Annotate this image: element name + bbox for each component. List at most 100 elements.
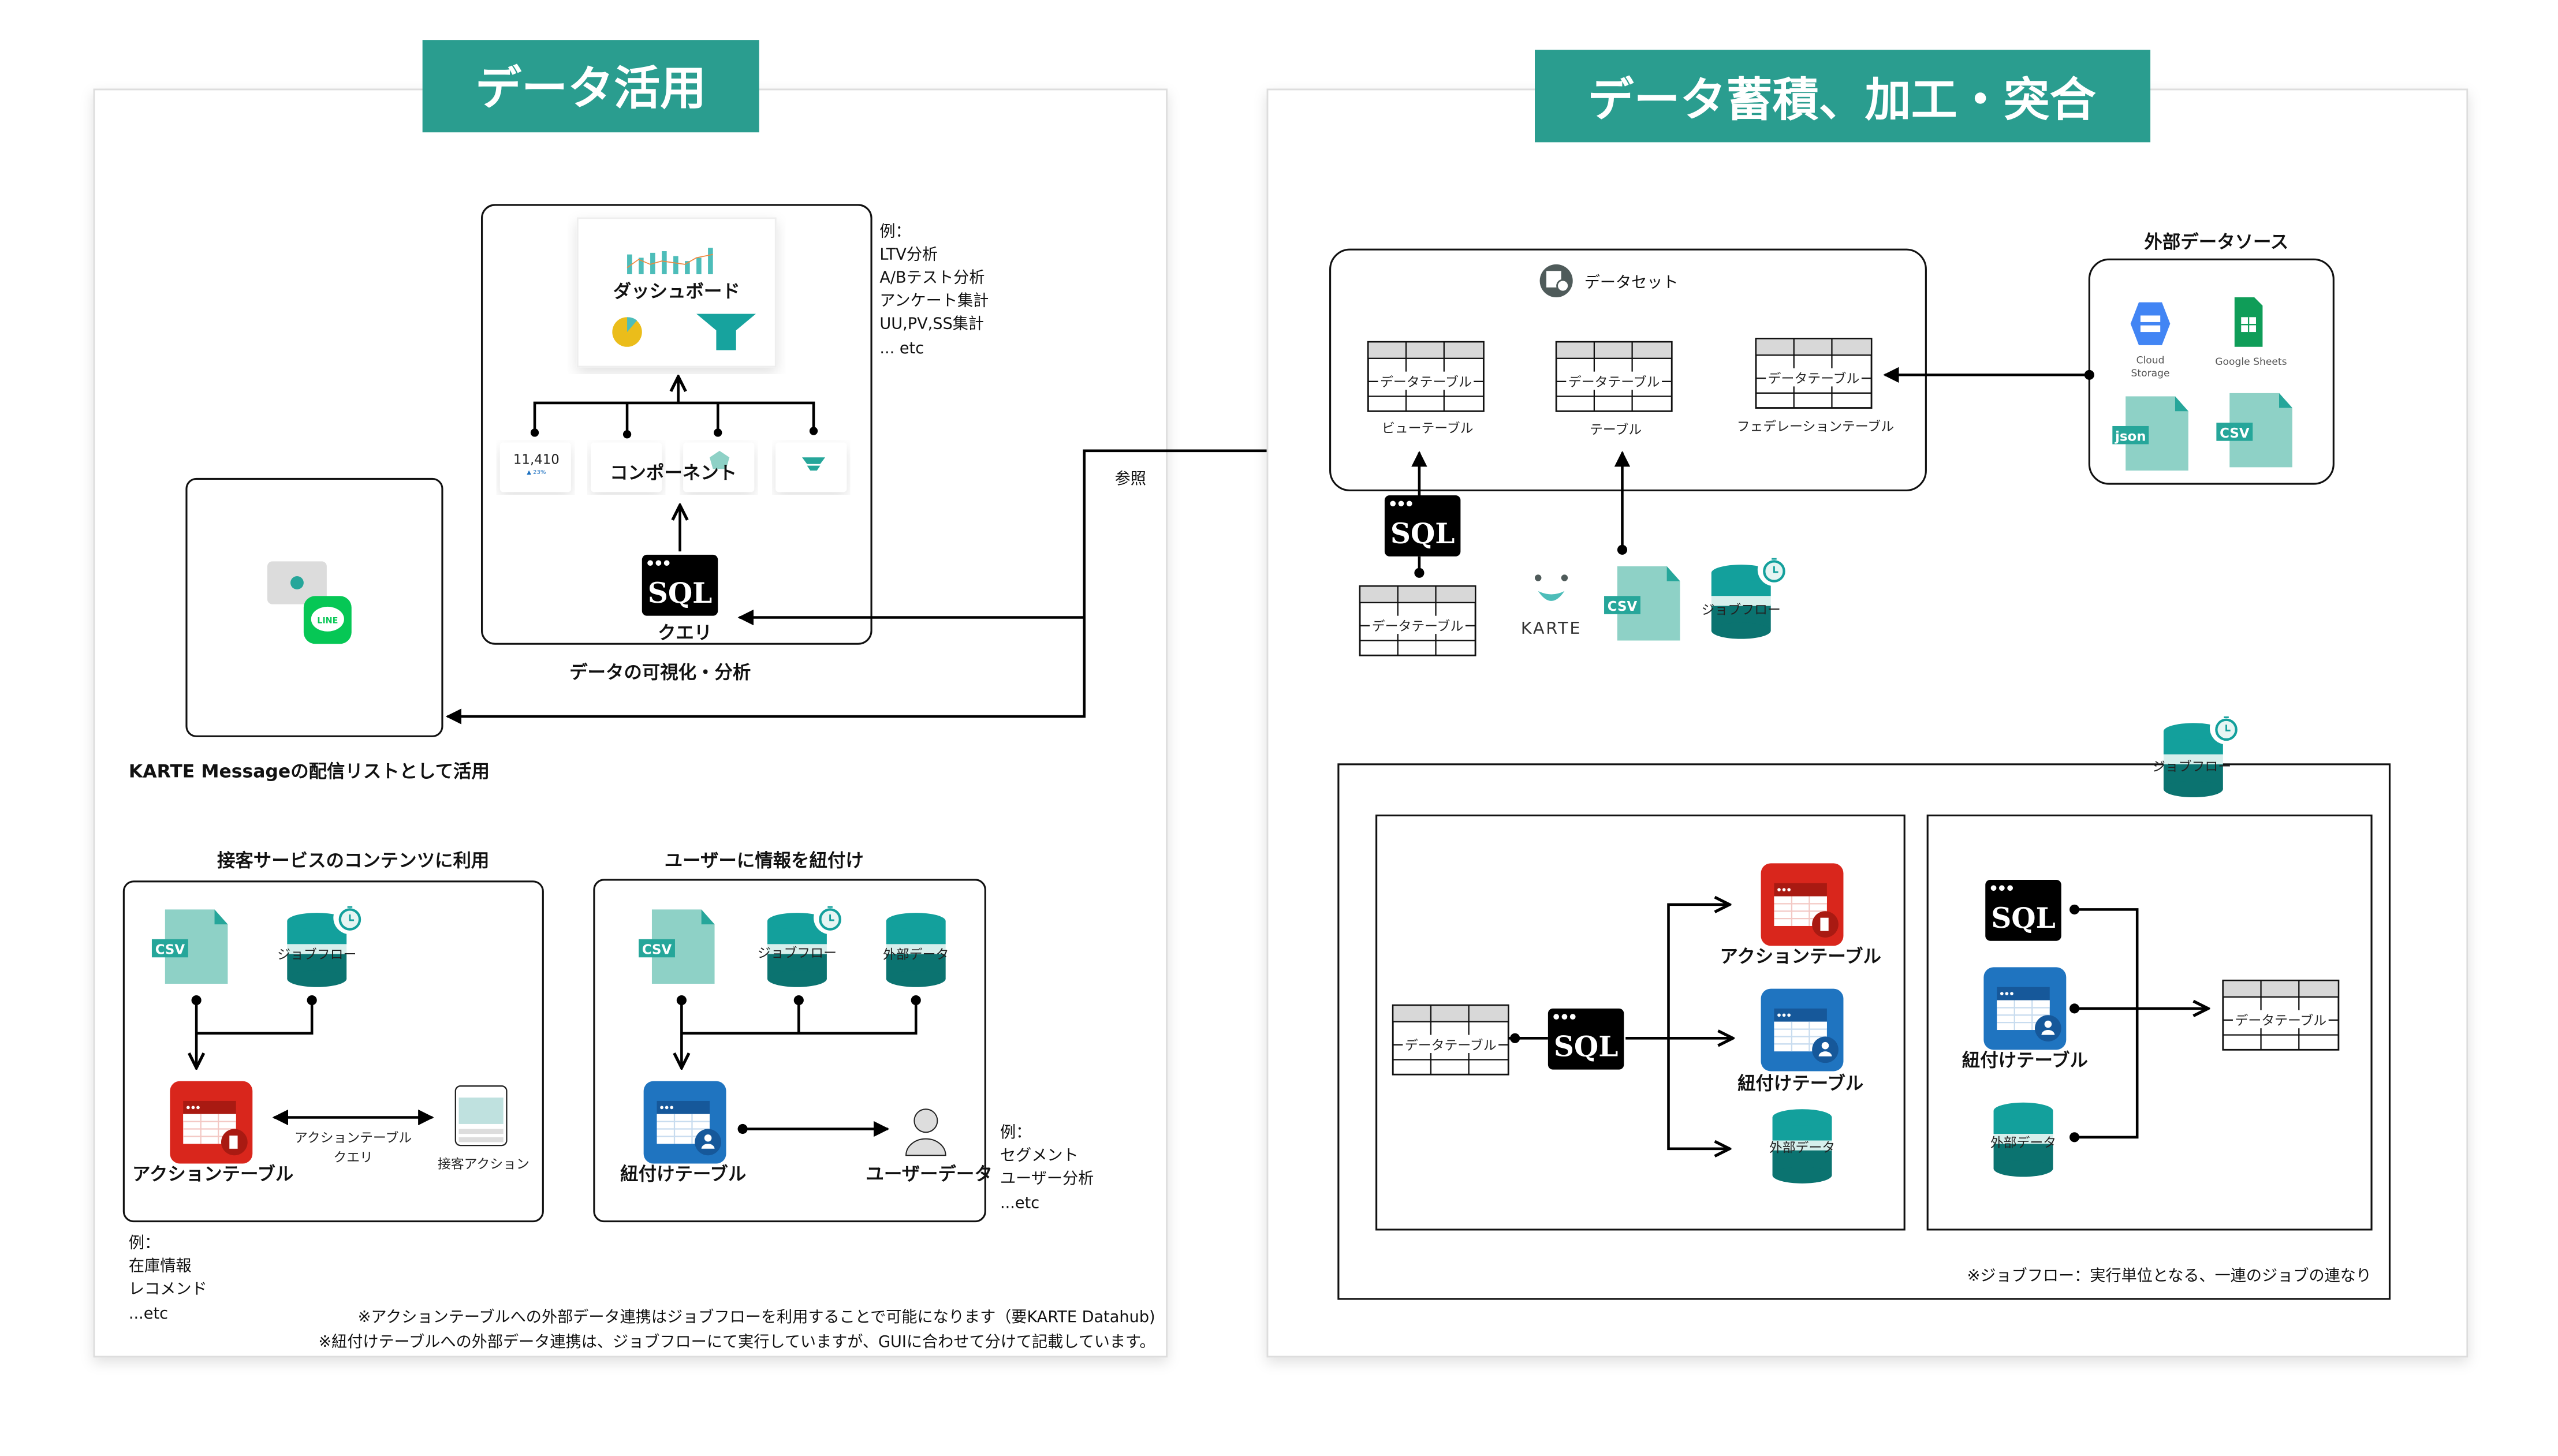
window-dot xyxy=(1553,1014,1560,1020)
action-table-label: アクションテーブル xyxy=(132,1163,293,1185)
svg-text:LTV分析: LTV分析 xyxy=(879,245,938,263)
svg-text:UU,PV,SS集計: UU,PV,SS集計 xyxy=(879,315,984,333)
sql-icon: SQL xyxy=(1384,495,1461,557)
db-top xyxy=(886,913,946,929)
db-base xyxy=(2163,781,2223,798)
pie-chart-thumbnail xyxy=(612,317,642,347)
service-title: 接客サービスのコンテンツに利用 xyxy=(217,850,489,871)
table-header xyxy=(1359,585,1476,603)
cloud-storage-icon xyxy=(2130,302,2171,345)
arrow-label-line2: クエリ xyxy=(333,1151,373,1166)
table-inner-label: データテーブル xyxy=(1405,1038,1497,1053)
footnote-2: ※紐付けテーブルへの外部データ連携は、ジョブフローにて実行していますが、GUIに… xyxy=(318,1333,1155,1351)
jobflow-panel-label: ジョブフロー xyxy=(2152,759,2231,774)
window-dot xyxy=(1777,1013,1781,1017)
diagram: データ活用 ダッシュボード 11,410 ▲ 23% コンポーネント SQL ク… xyxy=(93,40,2468,1358)
file-badge-text: CSV xyxy=(2220,426,2250,441)
file-badge-text: CSV xyxy=(155,943,185,958)
link-table-label: 紐付けテーブル xyxy=(620,1163,746,1185)
view-table-label: ビューテーブル xyxy=(1382,421,1474,436)
link-table-icon xyxy=(643,1081,726,1164)
badge xyxy=(2034,1015,2061,1042)
table-inner-label: データテーブル xyxy=(1768,372,1860,387)
svg-text:例：: 例： xyxy=(879,222,911,240)
window-dot xyxy=(665,1106,669,1110)
view-table-icon: データテーブル xyxy=(1367,341,1485,412)
db-base xyxy=(1711,622,1771,639)
window-dot xyxy=(1990,885,1997,891)
dataset-icon xyxy=(1539,264,1573,298)
sql-icon: SQL xyxy=(642,554,718,616)
copy-glyph xyxy=(1820,917,1829,931)
right-title: データ蓄積、加工・突合 xyxy=(1588,73,2096,127)
person-head xyxy=(2044,1020,2052,1028)
table-header xyxy=(1392,1005,1509,1022)
svg-text:例：: 例： xyxy=(1000,1123,1031,1141)
link-table-icon xyxy=(1761,988,1844,1072)
window-bar xyxy=(1774,1008,1827,1022)
window-dot xyxy=(191,1106,195,1110)
db-base xyxy=(767,970,827,987)
grid-header xyxy=(183,1114,236,1121)
window-bar xyxy=(183,1100,236,1114)
db-top xyxy=(1993,1102,2053,1119)
message-caption: KARTE Messageの配信リストとして活用 xyxy=(129,761,490,782)
source-table-icon: データテーブル xyxy=(1359,585,1476,656)
file-badge-text: CSV xyxy=(642,943,672,958)
sql-text: SQL xyxy=(1390,517,1455,550)
svg-text:11,410: 11,410 xyxy=(513,453,560,468)
left-title: データ活用 xyxy=(475,62,706,115)
action-table-icon xyxy=(1761,863,1844,946)
jf-external-data-label: 外部データ xyxy=(1769,1141,1835,1156)
table-label: テーブル xyxy=(1590,423,1642,438)
action-label: 接客アクション xyxy=(438,1157,530,1172)
svg-text:A/Bテスト分析: A/Bテスト分析 xyxy=(879,268,985,286)
db-base xyxy=(287,970,347,987)
table-inner-label: データテーブル xyxy=(1380,375,1472,390)
badge xyxy=(695,1129,721,1156)
sql-icon: SQL xyxy=(1985,879,2061,941)
window-dot xyxy=(2000,992,2004,996)
person-head xyxy=(1821,1041,1829,1050)
device-icon xyxy=(454,1085,508,1147)
grid-header xyxy=(1774,1021,1827,1029)
table-header xyxy=(2222,980,2340,998)
db-base xyxy=(886,970,946,987)
svg-text:KARTE: KARTE xyxy=(1521,618,1582,638)
table-inner-label: データテーブル xyxy=(1372,619,1464,634)
svg-text:...etc: ...etc xyxy=(129,1305,168,1323)
badge xyxy=(1812,1036,1839,1063)
window-bar xyxy=(657,1100,710,1114)
jf-action-table-label: アクションテーブル xyxy=(1720,946,1881,967)
window-dot xyxy=(196,1106,200,1110)
sql-text: SQL xyxy=(1991,902,2056,935)
table-inner-label: データテーブル xyxy=(2235,1013,2327,1028)
window-dot xyxy=(2010,992,2013,996)
window-dot xyxy=(1777,888,1781,891)
svg-text:セグメント: セグメント xyxy=(1000,1147,1079,1164)
svg-text:... etc: ... etc xyxy=(879,339,924,357)
table-icon: データテーブル xyxy=(1555,341,1673,412)
external-data-label: 外部データ xyxy=(883,947,949,962)
reference-label: 参照 xyxy=(1115,470,1146,488)
user-title: ユーザーに情報を紐付け xyxy=(665,850,864,871)
google-sheets-label: Google Sheets xyxy=(2215,356,2287,368)
table-header xyxy=(1367,341,1485,359)
svg-text:ユーザー分析: ユーザー分析 xyxy=(1000,1170,1094,1188)
jobflow-label: ジョブフロー xyxy=(277,947,356,962)
table-header xyxy=(1755,338,1873,356)
window-dot xyxy=(2007,885,2013,891)
query-label: クエリ xyxy=(658,623,712,644)
google-sheets-icon xyxy=(2234,297,2263,347)
file-badge-text: json xyxy=(2115,430,2146,445)
user-data-label: ユーザーデータ xyxy=(866,1163,992,1185)
window-bar xyxy=(1774,883,1827,897)
window-bar xyxy=(1997,987,2050,1000)
window-dot xyxy=(663,560,670,566)
component-label: コンポーネント xyxy=(610,462,737,483)
sql-text: SQL xyxy=(1554,1031,1619,1063)
svg-text:...etc: ...etc xyxy=(1000,1194,1039,1212)
window-dot xyxy=(1787,1013,1791,1017)
dashboard-label: ダッシュボード xyxy=(613,281,740,302)
jobflow-label: ジョブフロー xyxy=(758,946,837,961)
